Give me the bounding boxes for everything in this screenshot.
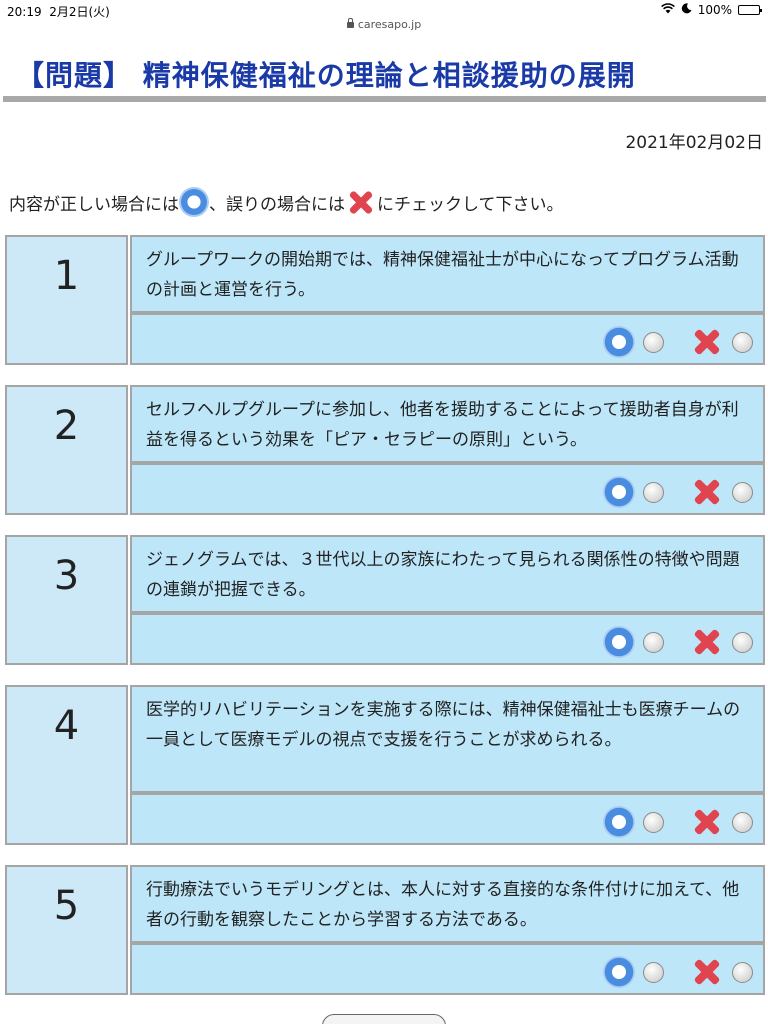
question-4: 4 医学的リハビリテーションを実施する際には、精神保健福祉士も医療チームの一員と… — [5, 685, 765, 845]
question-2: 2 セルフヘルプグループに参加し、他者を援助することによって援助者自身が利益を得… — [5, 385, 765, 515]
answer-options — [603, 805, 753, 839]
question-text: セルフヘルプグループに参加し、他者を援助することによって援助者自身が利益を得ると… — [130, 385, 765, 463]
cross-icon — [690, 955, 724, 989]
answer-row — [130, 793, 765, 845]
incorrect-radio[interactable] — [732, 961, 753, 983]
answer-row — [130, 463, 765, 515]
correct-ring-icon — [603, 476, 635, 508]
title-divider — [3, 96, 766, 102]
instruction-text-2: 、誤りの場合には — [209, 194, 345, 215]
page-date: 2021年02月02日 — [625, 133, 763, 153]
instruction-text-1: 内容が正しい場合には — [9, 194, 179, 215]
url-bar[interactable]: caresapo.jp — [0, 18, 768, 38]
status-date-text: 2月2日(火) — [49, 5, 110, 19]
cross-icon — [690, 325, 724, 359]
status-time-text: 20:19 — [7, 5, 42, 19]
answer-options — [603, 325, 753, 359]
correct-radio[interactable] — [643, 961, 664, 983]
question-1: 1 グループワークの開始期では、精神保健福祉士が中心になってプログラム活動の計画… — [5, 235, 765, 365]
battery-text: 100% — [697, 3, 732, 17]
question-5: 5 行動療法でいうモデリングとは、本人に対する直接的な条件付けに加えて、他者の行… — [5, 865, 765, 995]
question-text: 行動療法でいうモデリングとは、本人に対する直接的な条件付けに加えて、他者の行動を… — [130, 865, 765, 943]
answer-options — [603, 625, 753, 659]
question-3: 3 ジェノグラムでは、３世代以上の家族にわたって見られる関係性の特徴や問題の連鎖… — [5, 535, 765, 665]
question-number: 3 — [5, 535, 128, 665]
question-number: 5 — [5, 865, 128, 995]
cross-icon — [690, 475, 724, 509]
cross-icon — [690, 805, 724, 839]
correct-ring-icon — [603, 326, 635, 358]
correct-radio[interactable] — [643, 481, 664, 503]
question-number: 1 — [5, 235, 128, 365]
lock-icon — [346, 18, 354, 28]
correct-ring-icon — [603, 626, 635, 658]
correct-radio[interactable] — [643, 331, 664, 353]
correct-ring-icon — [603, 806, 635, 838]
instruction: 内容が正しい場合には 、誤りの場合には にチェックして下さい。 — [9, 186, 564, 218]
question-text: グループワークの開始期では、精神保健福祉士が中心になってプログラム活動の計画と運… — [130, 235, 765, 313]
moon-icon — [681, 3, 692, 17]
answer-row — [130, 313, 765, 365]
incorrect-radio[interactable] — [732, 631, 753, 653]
url-text[interactable]: caresapo.jp — [358, 18, 421, 31]
page-header: 【問題】 精神保健福祉の理論と相談援助の展開 — [0, 42, 768, 104]
answer-row — [130, 613, 765, 665]
question-number: 4 — [5, 685, 128, 845]
cross-icon — [690, 625, 724, 659]
status-right: 100% — [660, 3, 762, 17]
instruction-text-3: にチェックして下さい。 — [377, 194, 564, 215]
question-number: 2 — [5, 385, 128, 515]
page-title: 【問題】 精神保健福祉の理論と相談援助の展開 — [16, 59, 636, 92]
incorrect-radio[interactable] — [732, 481, 753, 503]
question-text: ジェノグラムでは、３世代以上の家族にわたって見られる関係性の特徴や問題の連鎖が把… — [130, 535, 765, 613]
submit-button[interactable] — [322, 1014, 446, 1024]
wifi-icon — [660, 3, 675, 17]
incorrect-radio[interactable] — [732, 331, 753, 353]
answer-options — [603, 475, 753, 509]
cross-icon — [345, 186, 377, 218]
answer-options — [603, 955, 753, 989]
correct-radio[interactable] — [643, 631, 664, 653]
battery-icon — [738, 5, 762, 15]
correct-radio[interactable] — [643, 811, 664, 833]
correct-ring-icon — [603, 956, 635, 988]
correct-ring-icon — [179, 187, 209, 217]
question-text: 医学的リハビリテーションを実施する際には、精神保健福祉士も医療チームの一員として… — [130, 685, 765, 793]
incorrect-radio[interactable] — [732, 811, 753, 833]
answer-row — [130, 943, 765, 995]
